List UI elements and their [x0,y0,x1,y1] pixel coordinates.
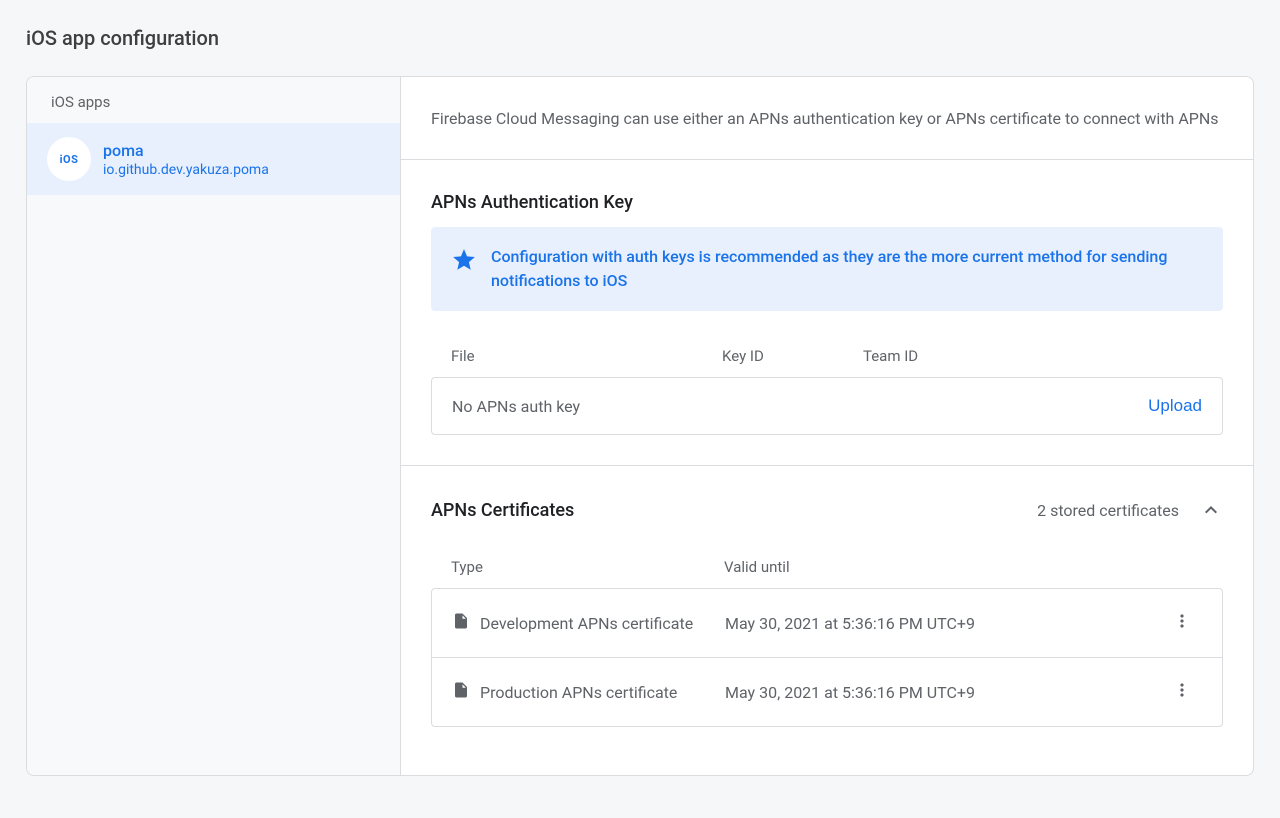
intro-text: Firebase Cloud Messaging can use either … [401,77,1253,160]
auth-key-table: File Key ID Team ID No APNs auth key Upl… [431,347,1223,435]
file-icon [452,612,470,634]
auth-key-section: APNs Authentication Key Configuration wi… [401,160,1253,466]
content-area: Firebase Cloud Messaging can use either … [401,77,1253,775]
column-team-id: Team ID [863,347,1203,365]
column-file: File [451,347,722,365]
certificate-row: Production APNs certificate May 30, 2021… [432,658,1222,726]
chevron-up-icon[interactable] [1199,498,1223,522]
sidebar-app-item[interactable]: iOS poma io.github.dev.yakuza.poma [27,123,400,195]
more-vertical-icon [1172,680,1192,704]
auth-key-row: No APNs auth key Upload [431,377,1223,435]
auth-key-title: APNs Authentication Key [431,192,1223,213]
file-icon [452,681,470,703]
certificates-title: APNs Certificates [431,500,574,521]
sidebar-header: iOS apps [27,77,400,123]
ios-app-icon: iOS [47,137,91,181]
certificates-header-row: APNs Certificates 2 stored certificates [431,498,1223,522]
app-name: poma [103,141,269,160]
certificates-section: APNs Certificates 2 stored certificates … [401,466,1253,757]
no-auth-key-text: No APNs auth key [452,397,1148,416]
star-icon [451,247,477,277]
more-vertical-icon [1172,611,1192,635]
certificates-table-header: Type Valid until [431,558,1223,588]
more-actions-button[interactable] [1162,611,1202,635]
banner-text: Configuration with auth keys is recommen… [491,245,1203,293]
info-banner: Configuration with auth keys is recommen… [431,227,1223,311]
certificate-type: Production APNs certificate [480,683,677,702]
certificates-table: Type Valid until Development APNs certif… [431,558,1223,727]
certificate-row: Development APNs certificate May 30, 202… [432,589,1222,658]
column-type: Type [451,558,724,576]
certificate-valid-until: May 30, 2021 at 5:36:16 PM UTC+9 [725,614,1162,633]
sidebar: iOS apps iOS poma io.github.dev.yakuza.p… [27,77,401,775]
certificates-rows: Development APNs certificate May 30, 202… [431,588,1223,727]
certificates-count: 2 stored certificates [1037,501,1179,520]
certificate-type: Development APNs certificate [480,614,693,633]
app-bundle-id: io.github.dev.yakuza.poma [103,162,269,178]
config-card: iOS apps iOS poma io.github.dev.yakuza.p… [26,76,1254,776]
page-title: iOS app configuration [26,26,1254,50]
column-valid-until: Valid until [724,558,1163,576]
auth-key-table-header: File Key ID Team ID [431,347,1223,377]
upload-button[interactable]: Upload [1148,396,1202,416]
more-actions-button[interactable] [1162,680,1202,704]
column-key-id: Key ID [722,347,863,365]
certificate-valid-until: May 30, 2021 at 5:36:16 PM UTC+9 [725,683,1162,702]
